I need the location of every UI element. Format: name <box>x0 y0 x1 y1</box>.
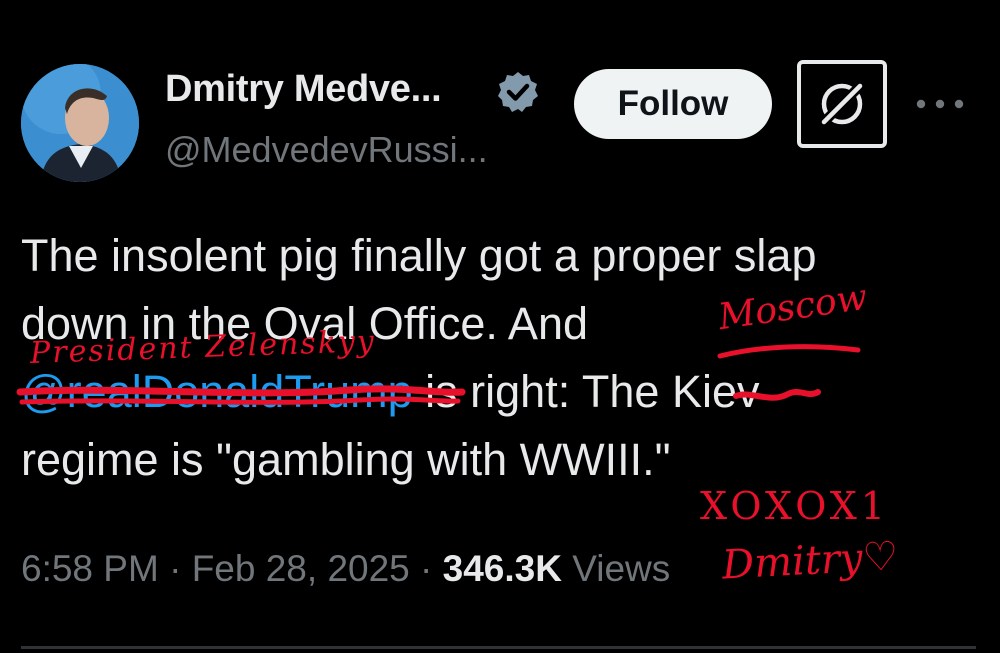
grok-button[interactable] <box>797 60 887 148</box>
tweet-line-rest: is right: The Kiev <box>412 366 760 417</box>
tweet-line: @realDonaldTrump is right: The Kiev <box>21 358 981 426</box>
tweet-screen: Dmitry Medve... @MedvedevRussi... Follow… <box>0 0 1000 653</box>
follow-button[interactable]: Follow <box>574 69 772 139</box>
tweet-time[interactable]: 6:58 PM <box>21 548 159 589</box>
divider <box>21 646 976 649</box>
avatar-photo <box>21 64 139 182</box>
tweet-line: down in the Oval Office. And <box>21 298 589 349</box>
author-avatar[interactable] <box>21 64 139 182</box>
tweet-line: The insolent pig finally got a proper sl… <box>21 230 817 281</box>
author-handle[interactable]: @MedvedevRussi... <box>165 129 488 171</box>
tweet-metadata: 6:58 PM · Feb 28, 2025 · 346.3K Views <box>21 548 670 590</box>
grok-icon <box>818 80 866 128</box>
tweet-line: regime is "gambling with WWIII." <box>21 434 671 485</box>
tweet-date[interactable]: Feb 28, 2025 <box>192 548 410 589</box>
more-options-button[interactable] <box>912 84 968 124</box>
meta-separator: · <box>409 548 443 589</box>
verified-badge-icon <box>496 70 540 114</box>
mention-link[interactable]: @realDonaldTrump <box>21 366 413 417</box>
views-label: Views <box>561 548 671 589</box>
author-display-name[interactable]: Dmitry Medve... <box>165 68 442 111</box>
tweet-text: The insolent pig finally got a proper sl… <box>21 222 981 494</box>
more-dots-icon <box>916 99 964 109</box>
handwritten-signature: Dmitry♡ <box>720 533 900 589</box>
meta-separator: · <box>158 548 192 589</box>
views-count: 346.3K <box>442 548 562 589</box>
